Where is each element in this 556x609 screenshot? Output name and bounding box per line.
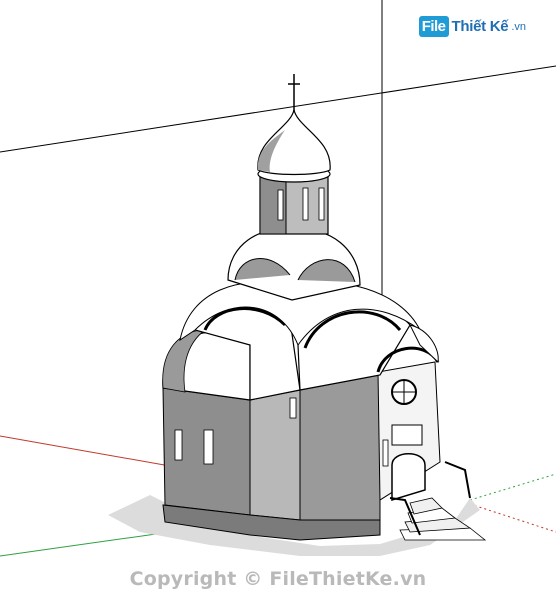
window: [382, 439, 389, 467]
copyright-watermark: Copyright © FileThietKe.vn: [129, 568, 427, 590]
green-axis-dashed: [469, 473, 556, 501]
window: [289, 397, 297, 419]
window: [203, 429, 214, 465]
window: [277, 189, 284, 221]
window: [174, 429, 183, 461]
church-building[interactable]: [162, 74, 487, 541]
model-viewport[interactable]: [0, 0, 556, 609]
window: [302, 187, 309, 221]
logo-tld: .vn: [511, 20, 526, 33]
red-axis: [0, 435, 171, 467]
site-logo: File Thiết Kế .vn: [418, 16, 526, 37]
logo-badge: File: [418, 16, 449, 37]
entrance-plaque: [391, 424, 423, 446]
window: [318, 187, 325, 221]
railing-right: [444, 461, 471, 499]
logo-name: Thiết Kế: [451, 18, 509, 35]
red-axis-dashed: [469, 503, 556, 533]
right-wall: [299, 374, 381, 521]
right-rear-dome: [409, 324, 439, 364]
green-axis: [0, 531, 171, 557]
entrance-door: [391, 453, 426, 502]
